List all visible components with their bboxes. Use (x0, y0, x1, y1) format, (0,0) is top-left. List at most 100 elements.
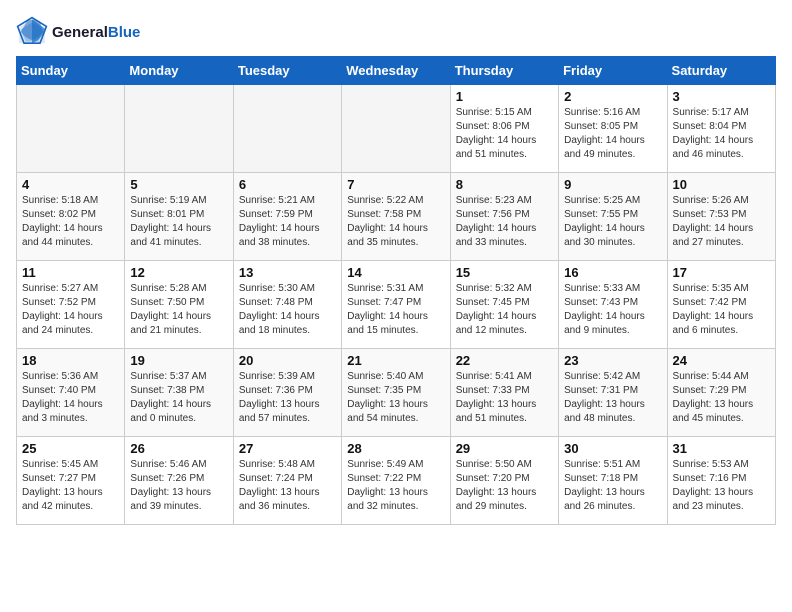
calendar-cell: 11Sunrise: 5:27 AM Sunset: 7:52 PM Dayli… (17, 261, 125, 349)
day-info: Sunrise: 5:28 AM Sunset: 7:50 PM Dayligh… (130, 282, 227, 338)
calendar-week-row: 4 Sunrise: 5:18 AM Sunset: 8:02 PM Daylig… (17, 173, 776, 261)
day-number: 31 (673, 441, 770, 456)
calendar-cell: 24 Sunrise: 5:44 AM Sunset: 7:29 PM Dayli… (667, 349, 775, 437)
day-number: 27 (239, 441, 336, 456)
calendar-cell: 23 Sunrise: 5:42 AM Sunset: 7:31 PM Dayli… (559, 349, 667, 437)
calendar-cell: 15 Sunrise: 5:32 AM Sunset: 7:45 PM Dayli… (450, 261, 558, 349)
day-number: 5 (130, 177, 227, 192)
calendar-cell: 25Sunrise: 5:45 AM Sunset: 7:27 PM Dayli… (17, 437, 125, 525)
day-number: 13 (239, 265, 336, 280)
day-info: Sunrise: 5:46 AM Sunset: 7:26 PM Dayligh… (130, 458, 227, 514)
day-info: Sunrise: 5:16 AM Sunset: 8:05 PM Dayligh… (564, 106, 661, 162)
day-info: Sunrise: 5:33 AM Sunset: 7:43 PM Dayligh… (564, 282, 661, 338)
calendar-cell: 30Sunrise: 5:51 AM Sunset: 7:18 PM Dayli… (559, 437, 667, 525)
day-number: 29 (456, 441, 553, 456)
day-info: Sunrise: 5:36 AM Sunset: 7:40 PM Dayligh… (22, 370, 119, 426)
day-info: Sunrise: 5:41 AM Sunset: 7:33 PM Dayligh… (456, 370, 553, 426)
day-number: 18 (22, 353, 119, 368)
calendar-cell: 31Sunrise: 5:53 AM Sunset: 7:16 PM Dayli… (667, 437, 775, 525)
day-number: 6 (239, 177, 336, 192)
calendar-cell: 22 Sunrise: 5:41 AM Sunset: 7:33 PM Dayli… (450, 349, 558, 437)
logo-icon (16, 16, 48, 48)
day-info: Sunrise: 5:45 AM Sunset: 7:27 PM Dayligh… (22, 458, 119, 514)
calendar-cell: 19 Sunrise: 5:37 AM Sunset: 7:38 PM Dayli… (125, 349, 233, 437)
header-saturday: Saturday (667, 57, 775, 85)
day-info: Sunrise: 5:50 AM Sunset: 7:20 PM Dayligh… (456, 458, 553, 514)
calendar-cell: 29 Sunrise: 5:50 AM Sunset: 7:20 PM Dayli… (450, 437, 558, 525)
day-info: Sunrise: 5:49 AM Sunset: 7:22 PM Dayligh… (347, 458, 444, 514)
day-info: Sunrise: 5:35 AM Sunset: 7:42 PM Dayligh… (673, 282, 770, 338)
calendar-cell: 9 Sunrise: 5:25 AM Sunset: 7:55 PM Daylig… (559, 173, 667, 261)
day-number: 8 (456, 177, 553, 192)
calendar-cell: 2 Sunrise: 5:16 AM Sunset: 8:05 PM Daylig… (559, 85, 667, 173)
calendar-cell: 4 Sunrise: 5:18 AM Sunset: 8:02 PM Daylig… (17, 173, 125, 261)
calendar-cell: 26 Sunrise: 5:46 AM Sunset: 7:26 PM Dayli… (125, 437, 233, 525)
day-number: 4 (22, 177, 119, 192)
day-number: 28 (347, 441, 444, 456)
calendar-cell (125, 85, 233, 173)
calendar-cell: 21 Sunrise: 5:40 AM Sunset: 7:35 PM Dayli… (342, 349, 450, 437)
calendar-header-row: SundayMondayTuesdayWednesdayThursdayFrid… (17, 57, 776, 85)
day-number: 23 (564, 353, 661, 368)
day-number: 26 (130, 441, 227, 456)
day-info: Sunrise: 5:27 AM Sunset: 7:52 PM Dayligh… (22, 282, 119, 338)
logo: GeneralBlue (16, 16, 140, 48)
day-number: 12 (130, 265, 227, 280)
calendar-cell: 10 Sunrise: 5:26 AM Sunset: 7:53 PM Dayli… (667, 173, 775, 261)
day-number: 7 (347, 177, 444, 192)
day-info: Sunrise: 5:32 AM Sunset: 7:45 PM Dayligh… (456, 282, 553, 338)
day-info: Sunrise: 5:15 AM Sunset: 8:06 PM Dayligh… (456, 106, 553, 162)
day-info: Sunrise: 5:23 AM Sunset: 7:56 PM Dayligh… (456, 194, 553, 250)
day-number: 21 (347, 353, 444, 368)
calendar-cell: 18 Sunrise: 5:36 AM Sunset: 7:40 PM Dayli… (17, 349, 125, 437)
day-info: Sunrise: 5:37 AM Sunset: 7:38 PM Dayligh… (130, 370, 227, 426)
day-info: Sunrise: 5:30 AM Sunset: 7:48 PM Dayligh… (239, 282, 336, 338)
day-info: Sunrise: 5:42 AM Sunset: 7:31 PM Dayligh… (564, 370, 661, 426)
day-number: 16 (564, 265, 661, 280)
calendar-cell (233, 85, 341, 173)
calendar-cell: 14 Sunrise: 5:31 AM Sunset: 7:47 PM Dayli… (342, 261, 450, 349)
day-info: Sunrise: 5:48 AM Sunset: 7:24 PM Dayligh… (239, 458, 336, 514)
calendar-cell: 6 Sunrise: 5:21 AM Sunset: 7:59 PM Daylig… (233, 173, 341, 261)
calendar-cell: 17 Sunrise: 5:35 AM Sunset: 7:42 PM Dayli… (667, 261, 775, 349)
day-info: Sunrise: 5:22 AM Sunset: 7:58 PM Dayligh… (347, 194, 444, 250)
day-info: Sunrise: 5:25 AM Sunset: 7:55 PM Dayligh… (564, 194, 661, 250)
day-number: 15 (456, 265, 553, 280)
logo-text: GeneralBlue (52, 24, 140, 41)
day-info: Sunrise: 5:31 AM Sunset: 7:47 PM Dayligh… (347, 282, 444, 338)
day-number: 10 (673, 177, 770, 192)
calendar-cell: 16 Sunrise: 5:33 AM Sunset: 7:43 PM Dayli… (559, 261, 667, 349)
day-info: Sunrise: 5:26 AM Sunset: 7:53 PM Dayligh… (673, 194, 770, 250)
header-friday: Friday (559, 57, 667, 85)
day-number: 2 (564, 89, 661, 104)
day-info: Sunrise: 5:40 AM Sunset: 7:35 PM Dayligh… (347, 370, 444, 426)
calendar-week-row: 11Sunrise: 5:27 AM Sunset: 7:52 PM Dayli… (17, 261, 776, 349)
calendar-cell: 8 Sunrise: 5:23 AM Sunset: 7:56 PM Daylig… (450, 173, 558, 261)
day-number: 20 (239, 353, 336, 368)
day-number: 1 (456, 89, 553, 104)
calendar-cell: 5 Sunrise: 5:19 AM Sunset: 8:01 PM Daylig… (125, 173, 233, 261)
day-number: 19 (130, 353, 227, 368)
day-info: Sunrise: 5:21 AM Sunset: 7:59 PM Dayligh… (239, 194, 336, 250)
calendar-cell: 12 Sunrise: 5:28 AM Sunset: 7:50 PM Dayli… (125, 261, 233, 349)
day-info: Sunrise: 5:18 AM Sunset: 8:02 PM Dayligh… (22, 194, 119, 250)
header-monday: Monday (125, 57, 233, 85)
calendar-cell: 7 Sunrise: 5:22 AM Sunset: 7:58 PM Daylig… (342, 173, 450, 261)
day-number: 3 (673, 89, 770, 104)
day-info: Sunrise: 5:17 AM Sunset: 8:04 PM Dayligh… (673, 106, 770, 162)
calendar-week-row: 1 Sunrise: 5:15 AM Sunset: 8:06 PM Daylig… (17, 85, 776, 173)
day-number: 9 (564, 177, 661, 192)
day-info: Sunrise: 5:44 AM Sunset: 7:29 PM Dayligh… (673, 370, 770, 426)
day-number: 22 (456, 353, 553, 368)
day-number: 14 (347, 265, 444, 280)
header-wednesday: Wednesday (342, 57, 450, 85)
header-tuesday: Tuesday (233, 57, 341, 85)
calendar-cell (17, 85, 125, 173)
day-number: 24 (673, 353, 770, 368)
calendar-week-row: 18 Sunrise: 5:36 AM Sunset: 7:40 PM Dayli… (17, 349, 776, 437)
calendar-cell: 28 Sunrise: 5:49 AM Sunset: 7:22 PM Dayli… (342, 437, 450, 525)
day-info: Sunrise: 5:39 AM Sunset: 7:36 PM Dayligh… (239, 370, 336, 426)
day-number: 17 (673, 265, 770, 280)
day-info: Sunrise: 5:19 AM Sunset: 8:01 PM Dayligh… (130, 194, 227, 250)
calendar-table: SundayMondayTuesdayWednesdayThursdayFrid… (16, 56, 776, 525)
